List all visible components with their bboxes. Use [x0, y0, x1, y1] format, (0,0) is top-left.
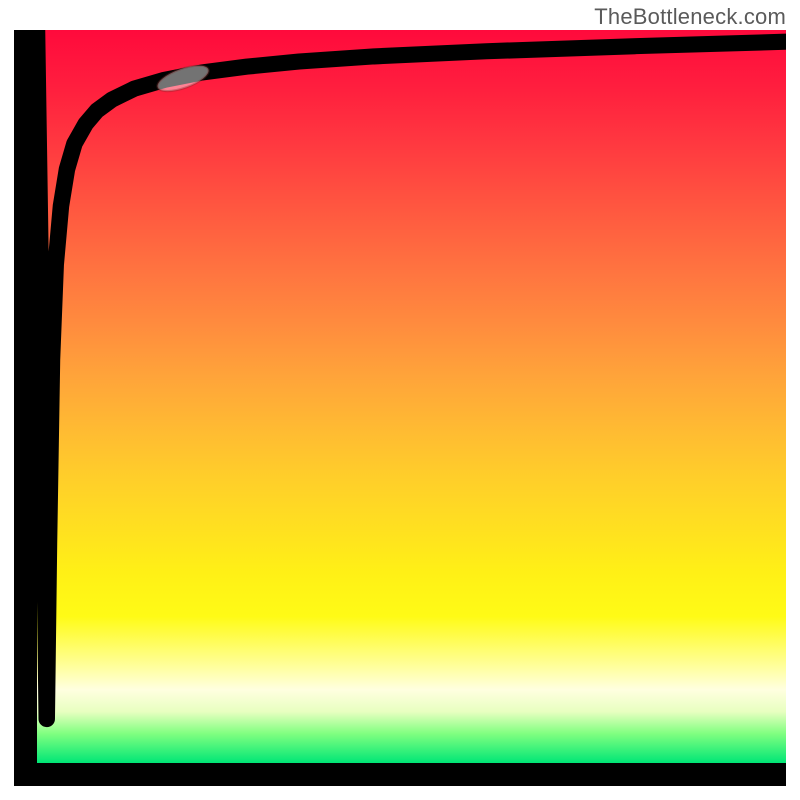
curve-marker [154, 60, 211, 96]
chart-gradient-background [37, 30, 786, 763]
attribution-text: TheBottleneck.com [594, 4, 786, 30]
chart-frame [14, 30, 786, 786]
chart-plot [37, 30, 786, 763]
bottleneck-curve [37, 30, 786, 719]
